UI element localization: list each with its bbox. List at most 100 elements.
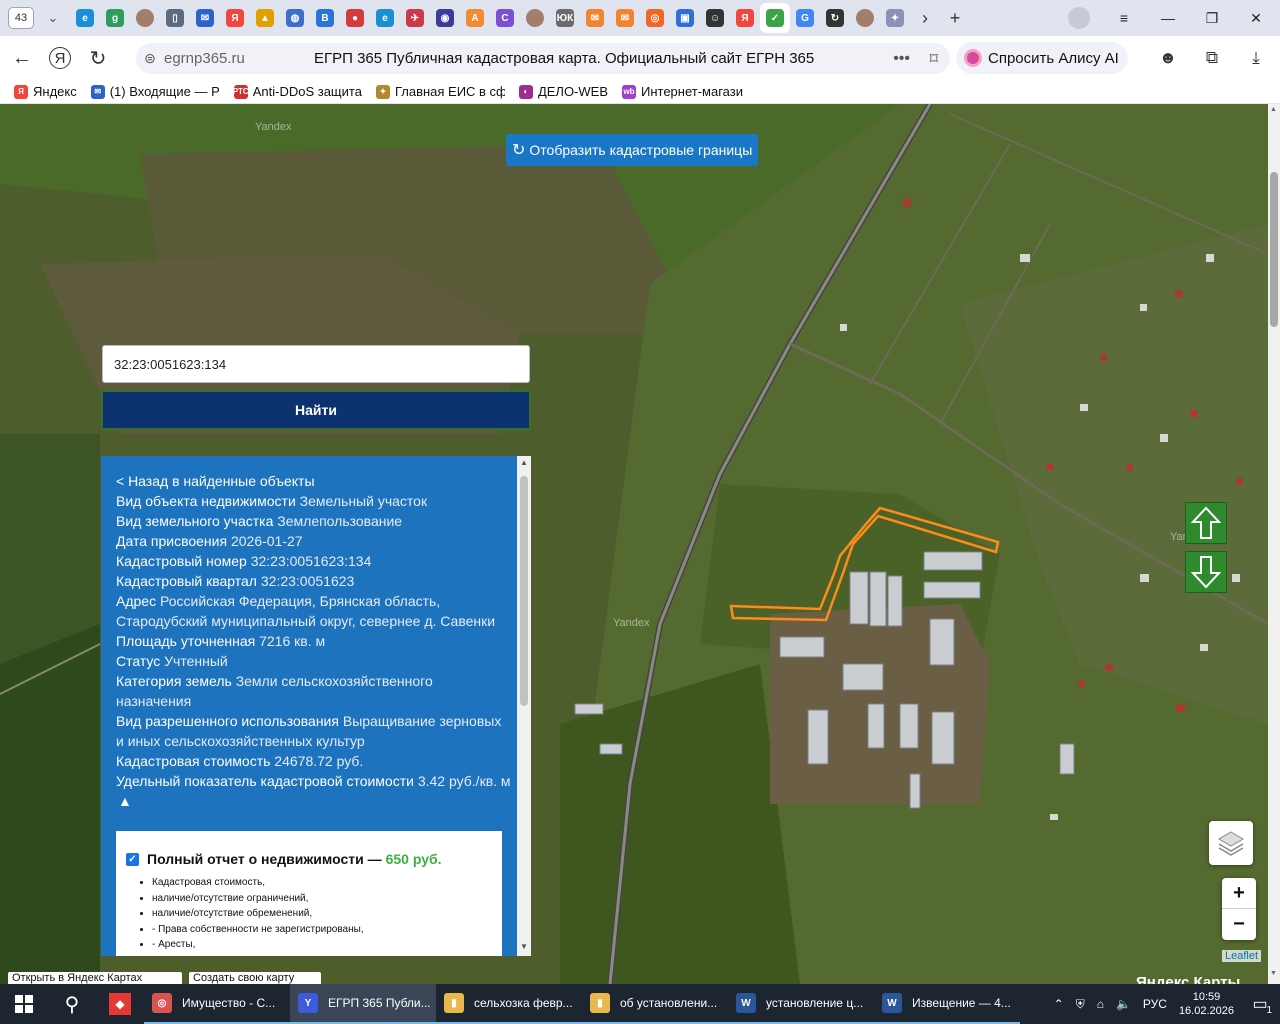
tab-mail[interactable]: ✉ bbox=[190, 3, 220, 33]
info-label: Вид объекта недвижимости bbox=[116, 493, 296, 509]
collections-button[interactable]: ⧉ bbox=[1196, 42, 1228, 74]
info-panel-scrollbar[interactable]: ▲ ▼ bbox=[517, 456, 531, 956]
layers-button[interactable] bbox=[1209, 821, 1253, 865]
address-bar[interactable]: ⊜ egrnp365.ru ЕГРП 365 Публичная кадастр… bbox=[136, 43, 950, 74]
page-scroll-thumb[interactable] bbox=[1270, 172, 1278, 327]
tab-owl[interactable]: ◉ bbox=[430, 3, 460, 33]
tab-edge-2[interactable]: e bbox=[370, 3, 400, 33]
bookmark-item[interactable]: РТС Anti-DDoS защита bbox=[233, 84, 362, 99]
restore-button[interactable]: ❐ bbox=[1190, 0, 1234, 36]
tray-chevron-icon[interactable]: ⌃ bbox=[1054, 997, 1064, 1011]
defender-icon[interactable]: ⛨ bbox=[1076, 997, 1085, 1012]
tab-avatar[interactable] bbox=[130, 3, 160, 33]
back-button[interactable]: ← bbox=[6, 42, 38, 74]
find-button[interactable]: Найти bbox=[101, 390, 531, 430]
site-info-icon[interactable]: ⊜ bbox=[136, 50, 164, 67]
network-icon[interactable]: ⌂ bbox=[1097, 997, 1104, 1011]
taskbar-window-item[interactable]: ▮ об установлени... bbox=[582, 984, 728, 1024]
taskbar-search-button[interactable]: ⚲ bbox=[48, 984, 96, 1024]
tab-game[interactable]: ▲ bbox=[250, 3, 280, 33]
more-icon[interactable]: ••• bbox=[893, 50, 910, 68]
move-up-button[interactable] bbox=[1185, 502, 1227, 544]
tab-tasks[interactable]: ▣ bbox=[670, 3, 700, 33]
taskbar-window-item[interactable]: Wустановление ц... bbox=[728, 984, 874, 1024]
open-in-yandex-maps[interactable]: Открыть в Яндекс Картах bbox=[8, 972, 182, 984]
browser-menu-button[interactable]: ≡ bbox=[1102, 0, 1146, 36]
clock[interactable]: 10:59 16.02.2026 bbox=[1179, 990, 1234, 1018]
tab-avatar-2[interactable] bbox=[520, 3, 550, 33]
bookmark-icon[interactable]: ⌑ bbox=[930, 49, 938, 69]
tab-reload[interactable]: ↻ bbox=[820, 3, 850, 33]
tab-yandex-2[interactable]: Я bbox=[730, 3, 760, 33]
tab-edge[interactable]: e bbox=[70, 3, 100, 33]
taskbar-window-item[interactable]: W Извещение — 4... bbox=[874, 984, 1020, 1024]
tab-plane[interactable]: ✈ bbox=[400, 3, 430, 33]
language-indicator[interactable]: РУС bbox=[1143, 997, 1167, 1011]
ask-alice-button[interactable]: Спросить Алису AI bbox=[956, 42, 1128, 74]
zoom-out-button[interactable]: − bbox=[1222, 909, 1256, 940]
chevron-down-icon: ⌄ bbox=[47, 10, 59, 25]
downloads-button[interactable]: ⤓ bbox=[1240, 42, 1272, 74]
close-window-button[interactable]: ✕ bbox=[1234, 0, 1278, 36]
tab-c[interactable]: C bbox=[490, 3, 520, 33]
tab-smile[interactable]: ☺ bbox=[700, 3, 730, 33]
reload-button[interactable]: ↻ bbox=[82, 42, 114, 74]
tab-yandex[interactable]: Я bbox=[220, 3, 250, 33]
minimize-button[interactable]: — bbox=[1146, 0, 1190, 36]
bookmark-item[interactable]: ◐ ДЕЛО-WEB bbox=[518, 84, 608, 99]
taskbar-app-anydesk[interactable]: ◆ bbox=[96, 984, 144, 1024]
volume-icon[interactable]: 🔈 bbox=[1116, 997, 1131, 1011]
tab-ok[interactable]: g bbox=[100, 3, 130, 33]
bookmark-item[interactable]: wb Интернет-магази bbox=[622, 84, 743, 99]
tabs-scroll-right[interactable]: › bbox=[910, 3, 940, 33]
cadastral-search-input[interactable]: 32:23:0051623:134 bbox=[102, 345, 530, 383]
tab-check[interactable]: ✓ bbox=[760, 3, 790, 33]
tab-flag[interactable]: ● bbox=[340, 3, 370, 33]
avatar-extension-icon: ☻ bbox=[1159, 48, 1177, 67]
start-button[interactable] bbox=[0, 984, 48, 1024]
leaflet-attribution[interactable]: Leaflet bbox=[1222, 950, 1262, 962]
tab-google[interactable]: G bbox=[790, 3, 820, 33]
profile-avatar[interactable] bbox=[1068, 7, 1090, 29]
show-cadastral-boundaries-button[interactable]: ↻ Отобразить кадастровые границы bbox=[506, 134, 758, 166]
scroll-down-icon[interactable]: ▼ bbox=[520, 942, 528, 951]
page-scroll-down-icon[interactable]: ▼ bbox=[1270, 970, 1277, 977]
tab-a[interactable]: A bbox=[460, 3, 490, 33]
bookmark-favicon-icon: ✉ bbox=[90, 84, 105, 99]
back-to-results-link[interactable]: < Назад в найденные объекты bbox=[116, 471, 511, 491]
tab-count-button[interactable]: 43 bbox=[8, 7, 34, 29]
tab-vk[interactable]: В bbox=[310, 3, 340, 33]
page-scrollbar[interactable]: ▲ ▼ bbox=[1268, 104, 1280, 984]
extension-button[interactable]: ☻ bbox=[1152, 42, 1184, 74]
new-tab-button[interactable]: + bbox=[940, 3, 970, 33]
tab-avatar-3[interactable] bbox=[850, 3, 880, 33]
zoom-in-button[interactable]: + bbox=[1222, 878, 1256, 909]
bookmark-item[interactable]: Я Яндекс bbox=[14, 84, 77, 99]
tab-document[interactable]: ▯ bbox=[160, 3, 190, 33]
taskbar-window-item[interactable]: Y ЕГРП 365 Публи... bbox=[290, 984, 436, 1024]
taskbar-window-item[interactable]: ▮ сельхозка февр... bbox=[436, 984, 582, 1024]
notifications-button[interactable]: ▭ 1 bbox=[1240, 984, 1280, 1024]
tab-uk[interactable]: ЮК bbox=[550, 3, 580, 33]
yandex-home-button[interactable]: Я bbox=[44, 42, 76, 74]
collapse-toggle[interactable]: ▲ bbox=[118, 791, 511, 811]
collections-icon: ⧉ bbox=[1205, 48, 1219, 67]
tab-mail-orange-2[interactable]: ✉ bbox=[610, 3, 640, 33]
info-panel-scroll-thumb[interactable] bbox=[520, 476, 528, 706]
report-checkbox[interactable]: ✓ bbox=[126, 852, 139, 866]
move-down-button[interactable] bbox=[1185, 551, 1227, 593]
tab-emblem[interactable]: ✦ bbox=[880, 3, 910, 33]
tab-ok-orange[interactable]: ◎ bbox=[640, 3, 670, 33]
taskbar-window-item[interactable]: ◎ Имущество - С... bbox=[144, 984, 290, 1024]
info-value: 2026-01-27 bbox=[230, 533, 303, 549]
map-view[interactable]: Yandex Yandex Yandex ↻ Отобразить кадаст… bbox=[0, 104, 1268, 984]
page-scroll-up-icon[interactable]: ▲ bbox=[1270, 106, 1277, 113]
tab-mail-orange[interactable]: ✉ bbox=[580, 3, 610, 33]
scroll-up-icon[interactable]: ▲ bbox=[520, 458, 528, 467]
tab-list-dropdown[interactable]: ⌄ bbox=[40, 6, 66, 30]
tab-globe[interactable]: ◍ bbox=[280, 3, 310, 33]
create-own-map[interactable]: Создать свою карту bbox=[189, 972, 321, 984]
uk-icon: ЮК bbox=[556, 9, 574, 27]
bookmark-item[interactable]: ✦ Главная ЕИС в сф bbox=[375, 84, 505, 99]
bookmark-item[interactable]: ✉ (1) Входящие — Р bbox=[90, 84, 220, 99]
